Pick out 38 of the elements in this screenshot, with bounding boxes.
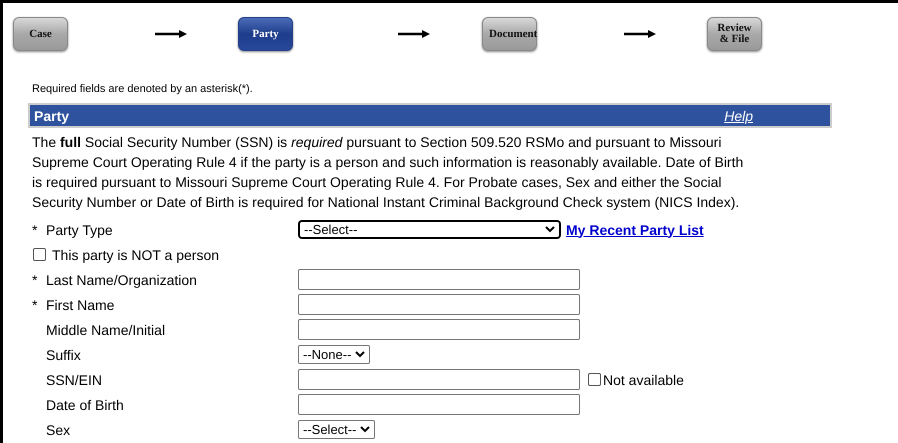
checkbox-label: Not available xyxy=(603,372,684,388)
checkbox[interactable] xyxy=(588,373,601,386)
field-label: Suffix xyxy=(46,346,82,362)
section-title: Party xyxy=(34,108,70,124)
input-field[interactable] xyxy=(298,319,580,340)
recent-party-link[interactable]: My Recent Party List xyxy=(566,222,704,238)
arrow-icon xyxy=(155,29,187,39)
step-button[interactable]: Document xyxy=(482,17,537,51)
input-field[interactable] xyxy=(298,294,580,315)
required-marker: * xyxy=(32,222,38,238)
required-marker: * xyxy=(32,272,38,288)
select-field[interactable]: --Select-- xyxy=(298,420,376,439)
input-field[interactable] xyxy=(298,369,580,390)
step-button[interactable]: Review & File xyxy=(707,17,762,51)
field-label: Sex xyxy=(46,422,72,438)
select-field[interactable]: --Select-- xyxy=(298,220,561,239)
field-label: Middle Name/Initial xyxy=(46,322,166,338)
required-note: Required fields are denoted by an asterisk(*). xyxy=(31,83,254,97)
input-field[interactable] xyxy=(298,269,580,290)
chevron-down-icon xyxy=(360,426,370,433)
field-label: Party Type xyxy=(46,222,114,238)
arrow-icon xyxy=(624,29,656,39)
field-label: First Name xyxy=(46,296,116,312)
chevron-down-icon xyxy=(355,351,366,358)
input-field[interactable] xyxy=(298,394,580,415)
notice-text: The full Social Security Number (SSN) is required pursuant to Section 509.520 RSMo and pursuant to Missouri Supreme Court Operating Rule 4 if the party is a person and such information is reasonably available. Date of Birth is required pursuant to Missouri Supreme Court Operating Rule 4. For Probate cases, Sex and either the Social Security Number or Date of Birth is required for National Instant Criminal Background Check system (NICS Index). xyxy=(32,133,744,212)
chevron-down-icon xyxy=(545,226,555,233)
step-button[interactable]: Party xyxy=(238,17,293,51)
required-marker: * xyxy=(32,296,38,312)
field-label: SSN/EIN xyxy=(46,372,104,388)
field-label: Date of Birth xyxy=(46,396,125,412)
arrow-icon xyxy=(398,29,430,39)
checkbox-label: This party is NOT a person xyxy=(52,246,220,262)
checkbox[interactable] xyxy=(33,248,46,261)
field-label: Last Name/Organization xyxy=(46,272,198,288)
select-field[interactable]: --None-- xyxy=(298,345,370,364)
step-button[interactable]: Case xyxy=(13,17,68,51)
help-link[interactable]: Help xyxy=(724,108,753,124)
